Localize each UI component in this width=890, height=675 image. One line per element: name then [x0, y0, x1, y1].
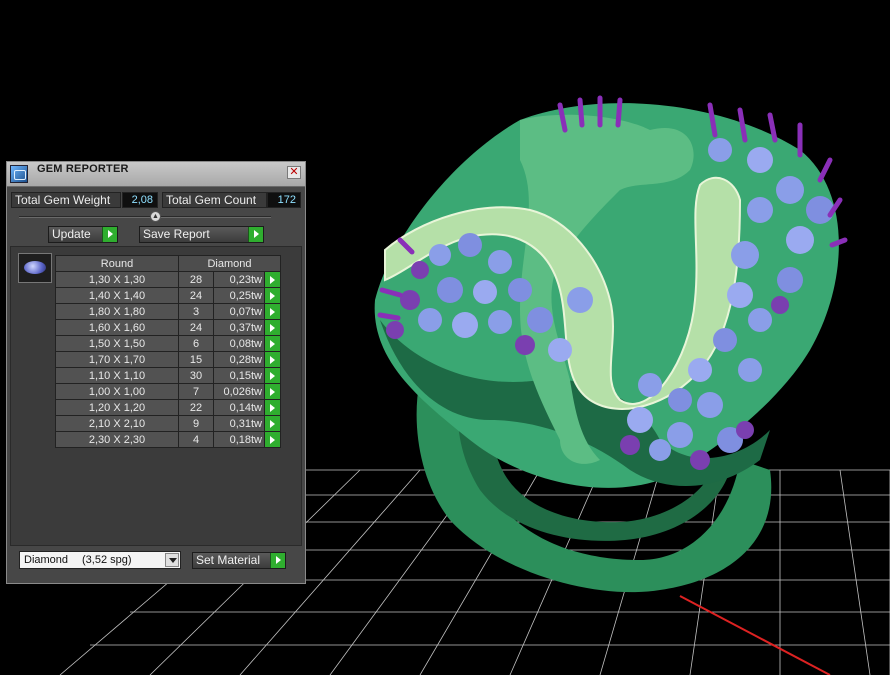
table-row[interactable]: 1,70 X 1,70 15 0,28tw: [55, 351, 281, 368]
weight-cell: 0,23tw: [213, 271, 265, 288]
material-select[interactable]: Diamond (3,52 spg): [19, 551, 181, 569]
table-row[interactable]: 1,20 X 1,20 22 0,14tw: [55, 399, 281, 416]
size-cell: 1,40 X 1,40: [55, 287, 179, 304]
table-row[interactable]: 2,10 X 2,10 9 0,31tw: [55, 415, 281, 432]
select-row-arrow-icon[interactable]: [264, 367, 281, 384]
close-icon[interactable]: ✕: [287, 166, 301, 179]
weight-cell: 0,28tw: [213, 351, 265, 368]
count-cell: 7: [178, 383, 214, 400]
gem-table: Round Diamond 1,30 X 1,30 28 0,23tw 1,40 X …: [55, 255, 281, 448]
weight-cell: 0,14tw: [213, 399, 265, 416]
weight-cell: 0,07tw: [213, 303, 265, 320]
size-cell: 1,80 X 1,80: [55, 303, 179, 320]
count-cell: 3: [178, 303, 214, 320]
total-gem-count-value: 172: [267, 192, 301, 208]
save-report-button[interactable]: Save Report: [139, 226, 264, 243]
select-row-arrow-icon[interactable]: [264, 415, 281, 432]
size-cell: 1,20 X 1,20: [55, 399, 179, 416]
size-cell: 1,70 X 1,70: [55, 351, 179, 368]
weight-cell: 0,37tw: [213, 319, 265, 336]
size-cell: 1,10 X 1,10: [55, 367, 179, 384]
weight-cell: 0,31tw: [213, 415, 265, 432]
count-cell: 4: [178, 431, 214, 448]
count-cell: 22: [178, 399, 214, 416]
panel-titlebar[interactable]: GEM REPORTER ✕: [7, 162, 305, 187]
weight-cell: 0,15tw: [213, 367, 265, 384]
select-row-arrow-icon[interactable]: [264, 351, 281, 368]
select-row-arrow-icon[interactable]: [264, 287, 281, 304]
total-gem-count-label: Total Gem Count: [162, 192, 267, 208]
select-row-arrow-icon[interactable]: [264, 431, 281, 448]
table-row[interactable]: 1,00 X 1,00 7 0,026tw: [55, 383, 281, 400]
count-cell: 6: [178, 335, 214, 352]
count-cell: 24: [178, 287, 214, 304]
select-row-arrow-icon[interactable]: [264, 303, 281, 320]
weight-cell: 0,08tw: [213, 335, 265, 352]
count-cell: 24: [178, 319, 214, 336]
select-row-arrow-icon[interactable]: [264, 399, 281, 416]
weight-cell: 0,026tw: [213, 383, 265, 400]
size-cell: 1,00 X 1,00: [55, 383, 179, 400]
x-axis-line: [679, 595, 831, 675]
select-row-arrow-icon[interactable]: [264, 319, 281, 336]
count-cell: 15: [178, 351, 214, 368]
total-gem-weight-label: Total Gem Weight: [11, 192, 121, 208]
size-cell: 1,30 X 1,30: [55, 271, 179, 288]
size-cell: 2,10 X 2,10: [55, 415, 179, 432]
size-cell: 2,30 X 2,30: [55, 431, 179, 448]
gem-reporter-icon: [10, 165, 28, 183]
set-material-button[interactable]: Set Material: [192, 552, 286, 569]
table-row[interactable]: 1,50 X 1,50 6 0,08tw: [55, 335, 281, 352]
save-report-button-label: Save Report: [143, 227, 210, 241]
go-arrow-icon: [248, 227, 263, 242]
table-row[interactable]: 1,60 X 1,60 24 0,37tw: [55, 319, 281, 336]
weight-cell: 0,25tw: [213, 287, 265, 304]
material-specific-gravity: (3,52 spg): [82, 554, 132, 566]
table-row[interactable]: 1,80 X 1,80 3 0,07tw: [55, 303, 281, 320]
size-cell: 1,60 X 1,60: [55, 319, 179, 336]
count-cell: 30: [178, 367, 214, 384]
size-cell: 1,50 X 1,50: [55, 335, 179, 352]
count-cell: 28: [178, 271, 214, 288]
header-round: Round: [55, 255, 179, 272]
panel-divider: [19, 216, 271, 218]
gem-reporter-panel: GEM REPORTER ✕ Total Gem Weight 2,08 Tot…: [6, 161, 306, 584]
panel-title: GEM REPORTER: [37, 163, 129, 175]
count-cell: 9: [178, 415, 214, 432]
total-gem-weight-value: 2,08: [122, 192, 158, 208]
go-arrow-icon: [270, 553, 285, 568]
table-row[interactable]: 2,30 X 2,30 4 0,18tw: [55, 431, 281, 448]
table-row[interactable]: 1,30 X 1,30 28 0,23tw: [55, 271, 281, 288]
header-diamond: Diamond: [178, 255, 281, 272]
select-row-arrow-icon[interactable]: [264, 271, 281, 288]
select-row-arrow-icon[interactable]: [264, 383, 281, 400]
weight-cell: 0,18tw: [213, 431, 265, 448]
select-row-arrow-icon[interactable]: [264, 335, 281, 352]
chevron-down-icon[interactable]: [165, 553, 179, 567]
gem-table-area: Round Diamond 1,30 X 1,30 28 0,23tw 1,40 X …: [10, 246, 302, 546]
update-button-label: Update: [52, 227, 91, 241]
collapse-toggle-icon[interactable]: ▲: [150, 211, 161, 222]
round-gem-icon[interactable]: [18, 253, 52, 283]
table-row[interactable]: 1,40 X 1,40 24 0,25tw: [55, 287, 281, 304]
update-button[interactable]: Update: [48, 226, 118, 243]
material-name: Diamond: [24, 554, 69, 566]
table-row[interactable]: 1,10 X 1,10 30 0,15tw: [55, 367, 281, 384]
set-material-button-label: Set Material: [196, 553, 261, 567]
go-arrow-icon: [102, 227, 117, 242]
